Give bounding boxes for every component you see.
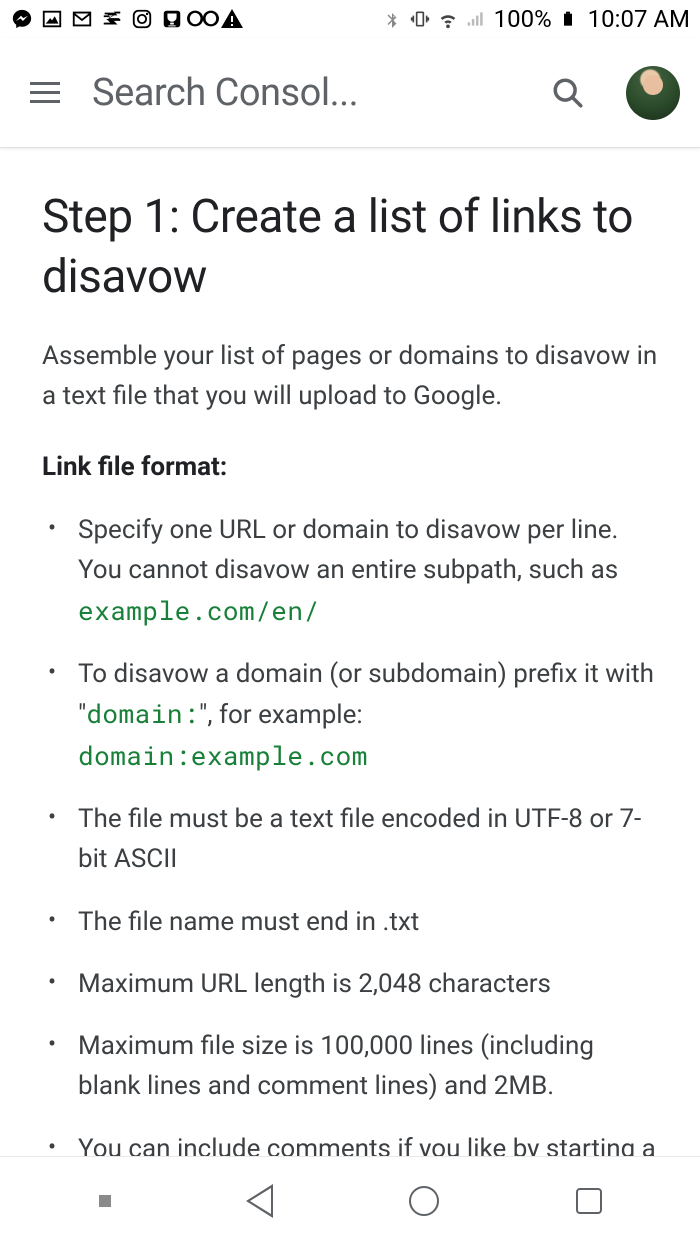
android-status-bar: ⵔⵔ 100% 10:07 AM (0, 0, 700, 38)
voicemail-icon: ⵔⵔ (190, 7, 214, 31)
clock: 10:07 AM (588, 5, 690, 33)
zigzag-icon (100, 7, 124, 31)
profile-avatar[interactable] (626, 66, 680, 120)
android-nav-bar (0, 1156, 700, 1244)
warning-icon (220, 7, 244, 31)
article-content[interactable]: Step 1: Create a list of links to disavo… (0, 148, 700, 1156)
gmail-icon (70, 7, 94, 31)
status-notification-icons: ⵔⵔ (10, 7, 244, 31)
instagram-icon (130, 7, 154, 31)
nav-home-button[interactable] (409, 1186, 439, 1216)
trophy-icon (160, 7, 184, 31)
list-item: Maximum file size is 100,000 lines (incl… (74, 1026, 658, 1107)
search-button[interactable] (548, 73, 588, 113)
list-item: The file must be a text file encoded in … (74, 799, 658, 880)
battery-percentage: 100% (494, 5, 552, 33)
wifi-icon (436, 7, 460, 31)
article-subhead: Link file format: (42, 452, 658, 482)
nav-recent-button[interactable] (576, 1188, 602, 1214)
status-system-icons: 100% 10:07 AM (380, 5, 690, 33)
photos-icon (40, 7, 64, 31)
list-item: Maximum URL length is 2,048 characters (74, 964, 658, 1004)
battery-icon (556, 7, 580, 31)
menu-button[interactable] (30, 74, 68, 112)
app-bar: Search Consol... (0, 38, 700, 148)
nav-drawer-handle[interactable] (99, 1195, 111, 1207)
vibrate-icon (408, 7, 432, 31)
bluetooth-icon (380, 7, 404, 31)
list-item: You can include comments if you like by … (74, 1129, 658, 1156)
article-intro: Assemble your list of pages or domains t… (42, 336, 658, 417)
bullet-list: Specify one URL or domain to disavow per… (42, 510, 658, 1156)
list-item: Specify one URL or domain to disavow per… (74, 510, 658, 632)
nav-back-button[interactable] (248, 1186, 272, 1216)
list-item: The file name must end in .txt (74, 902, 658, 942)
messenger-icon (10, 7, 34, 31)
page-title-bar: Search Consol... (92, 71, 524, 115)
article-heading: Step 1: Create a list of links to disavo… (42, 188, 658, 308)
list-item: To disavow a domain (or subdomain) prefi… (74, 654, 658, 777)
signal-icon (464, 7, 488, 31)
